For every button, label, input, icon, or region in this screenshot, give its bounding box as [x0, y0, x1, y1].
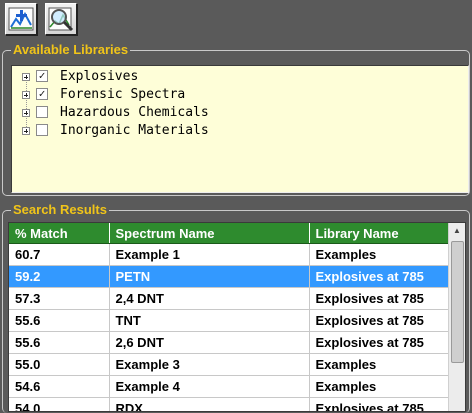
available-libraries-group: Available Libraries ✓ Explosives ✓ Foren… — [2, 42, 470, 196]
match-cell: 55.0 — [9, 353, 110, 376]
toolbar — [0, 0, 472, 40]
results-header-row: % Match Spectrum Name Library Name — [9, 223, 450, 244]
chart-add-icon — [8, 7, 34, 31]
library-name-cell: Examples — [309, 243, 450, 266]
search-results-title: Search Results — [11, 202, 109, 218]
library-name-cell: Examples — [309, 353, 450, 376]
match-cell: 54.0 — [9, 397, 110, 411]
spectrum-name-cell: PETN — [109, 265, 310, 288]
match-cell: 55.6 — [9, 331, 110, 354]
expand-icon[interactable] — [22, 109, 30, 117]
table-row[interactable]: 55.0 Example 3 Examples — [9, 353, 450, 376]
search-library-button[interactable] — [45, 3, 77, 35]
spectrum-name-cell: 2,6 DNT — [109, 331, 310, 354]
match-cell: 59.2 — [9, 265, 110, 288]
library-name-cell: Examples — [309, 375, 450, 398]
library-name-cell: Explosives at 785 — [309, 265, 450, 288]
column-header-match[interactable]: % Match — [9, 223, 110, 244]
search-results-grid[interactable]: % Match Spectrum Name Library Name 60.7 … — [8, 222, 466, 412]
expand-icon[interactable] — [22, 91, 30, 99]
expand-icon[interactable] — [22, 73, 30, 81]
library-name-cell: Explosives at 785 — [309, 309, 450, 332]
column-header-library-name[interactable]: Library Name — [309, 223, 450, 244]
table-row[interactable]: 55.6 2,6 DNT Explosives at 785 — [9, 331, 450, 354]
scroll-up-icon[interactable]: ▲ — [449, 223, 465, 239]
library-label: Inorganic Materials — [60, 123, 209, 138]
column-header-spectrum-name[interactable]: Spectrum Name — [109, 223, 310, 244]
match-cell: 60.7 — [9, 243, 110, 266]
spectrum-name-cell: Example 3 — [109, 353, 310, 376]
table-row[interactable]: 55.6 TNT Explosives at 785 — [9, 309, 450, 332]
add-spectrum-button[interactable] — [5, 3, 37, 35]
library-label: Hazardous Chemicals — [60, 105, 209, 120]
table-row-selected[interactable]: 59.2 PETN Explosives at 785 — [9, 265, 450, 288]
match-cell: 55.6 — [9, 309, 110, 332]
table-row[interactable]: 54.0 RDX Explosives at 785 — [9, 397, 450, 411]
available-libraries-title: Available Libraries — [11, 42, 131, 58]
results-table: % Match Spectrum Name Library Name 60.7 … — [9, 223, 450, 411]
library-label: Forensic Spectra — [60, 87, 186, 102]
library-name-cell: Explosives at 785 — [309, 397, 450, 411]
table-row[interactable]: 54.6 Example 4 Examples — [9, 375, 450, 398]
library-checkbox-inorganic-materials[interactable] — [36, 124, 48, 136]
library-name-cell: Explosives at 785 — [309, 331, 450, 354]
library-checkbox-explosives[interactable]: ✓ — [36, 70, 48, 82]
table-row[interactable]: 57.3 2,4 DNT Explosives at 785 — [9, 287, 450, 310]
match-cell: 57.3 — [9, 287, 110, 310]
spectrum-name-cell: Example 4 — [109, 375, 310, 398]
magnifier-chart-icon — [48, 7, 74, 32]
library-checkbox-hazardous-chemicals[interactable] — [36, 106, 48, 118]
table-row[interactable]: 60.7 Example 1 Examples — [9, 243, 450, 266]
library-tree[interactable]: ✓ Explosives ✓ Forensic Spectra Hazardou… — [11, 65, 469, 193]
match-cell: 54.6 — [9, 375, 110, 398]
expand-icon[interactable] — [22, 127, 30, 135]
results-scrollbar[interactable]: ▲ — [448, 223, 465, 411]
scrollbar-thumb[interactable] — [451, 241, 464, 363]
spectrum-name-cell: 2,4 DNT — [109, 287, 310, 310]
library-checkbox-forensic-spectra[interactable]: ✓ — [36, 88, 48, 100]
spectrum-name-cell: RDX — [109, 397, 310, 411]
spectrum-name-cell: TNT — [109, 309, 310, 332]
library-label: Explosives — [60, 69, 139, 84]
spectrum-name-cell: Example 1 — [109, 243, 310, 266]
tree-connector — [26, 79, 27, 133]
library-name-cell: Explosives at 785 — [309, 287, 450, 310]
